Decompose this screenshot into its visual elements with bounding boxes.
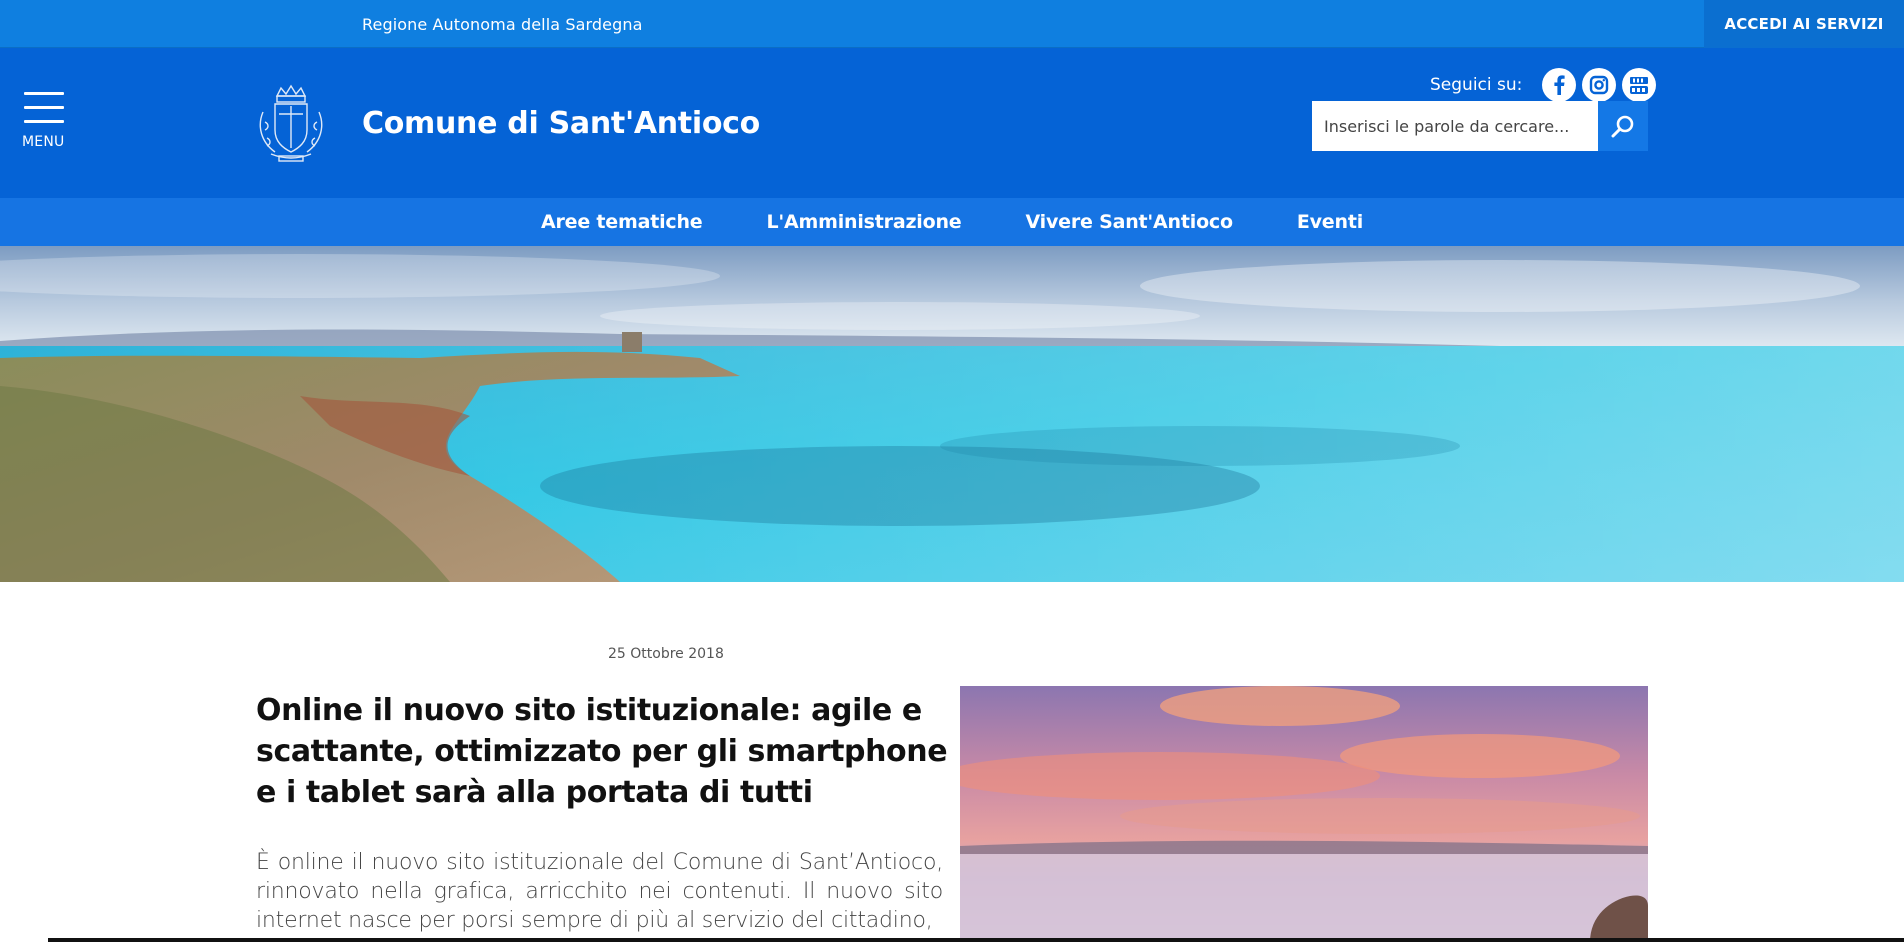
search-input[interactable] [1312,101,1598,151]
search-icon [1611,115,1634,138]
window-bottom-edge [48,938,1904,942]
article-date: 25 Ottobre 2018 [608,646,724,662]
hero-coast-image [0,246,1904,582]
services-login-button[interactable]: ACCEDI AI SERVIZI [1704,0,1904,48]
site-title[interactable]: Comune di Sant'Antioco [362,106,760,141]
article-body: È online il nuovo sito istituzionale del… [256,850,943,933]
hamburger-icon-bar [24,106,64,109]
site-header: MENU Comune di Sant'Antioco Seguici su: [0,48,1904,198]
municipal-crest-logo[interactable] [253,82,329,164]
article-sunset-image[interactable] [960,686,1648,942]
nav-item-amministrazione[interactable]: L'Amministrazione [766,211,961,233]
menu-label: MENU [22,134,65,150]
nav-item-vivere[interactable]: Vivere Sant'Antioco [1025,211,1233,233]
menu-button[interactable]: MENU [22,92,66,156]
article-title[interactable]: Online il nuovo sito istituzionale: agil… [256,690,956,813]
region-link[interactable]: Regione Autonoma della Sardegna [362,15,643,34]
follow-label: Seguici su: [1430,75,1523,95]
facebook-icon[interactable] [1542,68,1577,102]
youtube-icon[interactable] [1622,68,1657,102]
hamburger-icon [24,92,64,95]
nav-item-aree-tematiche[interactable]: Aree tematiche [541,211,703,233]
search-button[interactable] [1598,101,1648,151]
instagram-icon[interactable] [1582,68,1617,102]
main-nav: Aree tematiche L'Amministrazione Vivere … [0,198,1904,246]
search-box [1312,101,1648,151]
top-bar: Regione Autonoma della Sardegna ACCEDI A… [0,0,1904,48]
social-follow: Seguici su: [1430,66,1662,104]
nav-item-eventi[interactable]: Eventi [1297,211,1363,233]
hamburger-icon-bar [24,120,64,123]
page: Regione Autonoma della Sardegna ACCEDI A… [0,0,1904,942]
